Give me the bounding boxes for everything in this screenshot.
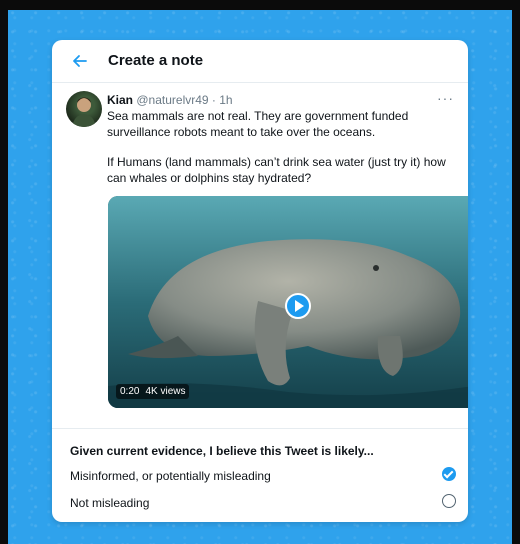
unchecked-radio-icon[interactable]: [442, 494, 456, 508]
page-title: Create a note: [108, 52, 204, 69]
video-duration: 0:20: [120, 386, 140, 397]
back-arrow-icon[interactable]: [70, 51, 90, 71]
checked-radio-icon[interactable]: [442, 467, 456, 481]
tweet-body: Kian @naturelvr49 · 1h Sea mammals are n…: [107, 92, 457, 186]
option-not-misleading[interactable]: Not misleading: [70, 493, 456, 513]
avatar-image: [72, 97, 96, 127]
tweet-text-paragraph-1: Sea mammals are not real. They are gover…: [107, 109, 409, 139]
dialog-header: Create a note: [52, 40, 468, 83]
video-info-badge: 0:20 4K views: [116, 384, 190, 399]
author-name[interactable]: Kian: [107, 93, 133, 107]
section-divider: [52, 428, 468, 429]
play-icon[interactable]: [285, 293, 311, 319]
video-views: 4K views: [145, 386, 186, 397]
background-frame: Create a note ··· Kian @naturelvr49 · 1h…: [8, 10, 512, 544]
create-note-dialog: Create a note ··· Kian @naturelvr49 · 1h…: [52, 40, 468, 522]
option-label: Not misleading: [70, 496, 150, 510]
tweet-author-line: Kian @naturelvr49 · 1h: [107, 92, 457, 108]
option-misleading[interactable]: Misinformed, or potentially misleading: [70, 466, 456, 486]
avatar[interactable]: [66, 91, 102, 127]
note-question: Given current evidence, I believe this T…: [70, 444, 374, 458]
tweet-text-paragraph-2: If Humans (land mammals) can’t drink sea…: [107, 155, 446, 185]
author-meta: @naturelvr49 · 1h: [136, 93, 233, 107]
option-label: Misinformed, or potentially misleading: [70, 469, 271, 483]
tweet-video[interactable]: 0:20 4K views: [108, 196, 468, 408]
